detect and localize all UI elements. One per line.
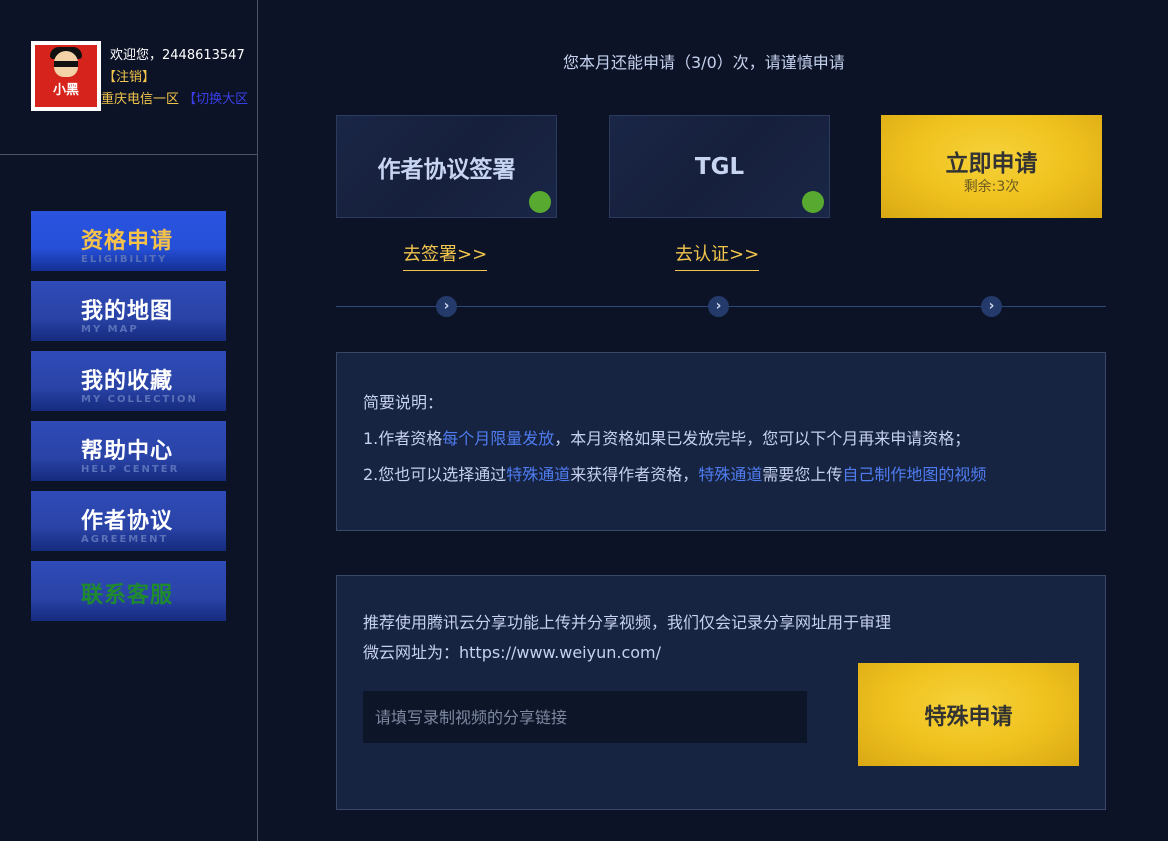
text: 来获得作者资格， [570,465,699,484]
nav-item-my-map[interactable]: 我的地图 MY MAP [31,281,226,341]
notice-line-1: 1.作者资格每个月限量发放，本月资格如果已发放完毕，您可以下个月再来申请资格； [363,425,970,449]
apply-now-button[interactable]: 立即申请 剩余:3次 [881,115,1102,218]
nav-sub-label: AGREEMENT [81,534,169,545]
highlight-text: 每个月限量发放 [442,429,555,448]
avatar-text: 小黑 [52,83,79,98]
switch-region-link[interactable]: 【切换大区 [183,92,248,107]
nav-sub-label: ELIGIBILITY [81,254,168,265]
welcome-text: 欢迎您，2448613547 [110,48,245,63]
share-link-input[interactable] [363,691,807,743]
nav-item-my-collection[interactable]: 我的收藏 MY COLLECTION [31,351,226,411]
special-application-panel: 推荐使用腾讯云分享功能上传并分享视频，我们仅会记录分享网址用于审理 微云网址为：… [336,575,1106,810]
text: ，本月资格如果已发放完毕，您可以下个月再来申请资格； [554,429,971,448]
special-instructions: 推荐使用腾讯云分享功能上传并分享视频，我们仅会记录分享网址用于审理 [363,613,892,632]
nav-label: 我的地图 [81,299,174,324]
nav-item-eligibility[interactable]: 资格申请 ELIGIBILITY [31,211,226,271]
verify-tgl-link[interactable]: 去认证>> [675,240,760,271]
step-title: 作者协议签署 [377,156,516,183]
highlight-text: 特殊通道 [698,465,763,484]
nav-label: 作者协议 [81,509,174,534]
sign-agreement-link[interactable]: 去签署>> [403,240,488,271]
user-info: 小黑 欢迎您，2448613547 【注销】 重庆电信一区 【切换大区 [0,0,258,155]
notice-panel: 简要说明： 1.作者资格每个月限量发放，本月资格如果已发放完毕，您可以下个月再来… [336,352,1106,531]
nav-label: 资格申请 [81,229,174,254]
logout-link[interactable]: 【注销】 [103,66,155,85]
chevron-right-icon: › [981,296,1002,317]
nav-label: 联系客服 [81,583,174,608]
nav-sub-label: MY COLLECTION [81,394,198,405]
nav-item-contact-support[interactable]: 联系客服 [31,561,226,621]
step-card-tgl[interactable]: TGL [609,115,830,218]
notice-heading: 简要说明： [363,393,444,412]
chevron-right-icon: › [708,296,729,317]
nav-item-agreement[interactable]: 作者协议 AGREEMENT [31,491,226,551]
sidebar-nav: 资格申请 ELIGIBILITY 我的地图 MY MAP 我的收藏 MY COL… [31,211,226,631]
chevron-right-icon: › [436,296,457,317]
done-status-icon [529,191,551,213]
server-info: 重庆电信一区 【切换大区 [101,88,248,107]
text: 需要您上传 [762,465,843,484]
nav-sub-label: MY MAP [81,324,139,335]
done-status-icon [802,191,824,213]
avatar-image: 小黑 [35,45,97,107]
text: 2.您也可以选择通过 [363,465,507,484]
weiyun-url-text: 微云网址为：https://www.weiyun.com/ [363,643,662,662]
nav-label: 我的收藏 [81,369,174,394]
sidebar: 小黑 欢迎您，2448613547 【注销】 重庆电信一区 【切换大区 资格申请… [0,0,258,841]
quota-text: 您本月还能申请（3/0）次，请谨慎申请 [563,53,845,72]
notice-line-2: 2.您也可以选择通过特殊通道来获得作者资格，特殊通道需要您上传自己制作地图的视频 [363,461,986,485]
nav-item-help-center[interactable]: 帮助中心 HELP CENTER [31,421,226,481]
step-title: 立即申请 [945,150,1038,177]
text: 1.作者资格 [363,429,443,448]
nav-label: 帮助中心 [81,439,174,464]
nav-sub-label: HELP CENTER [81,464,180,475]
step-title: TGL [694,153,745,180]
server-name: 重庆电信一区 [101,92,180,107]
remaining-count: 剩余:3次 [963,178,1020,195]
highlight-text: 自己制作地图的视频 [842,465,987,484]
step-card-agreement[interactable]: 作者协议签署 [336,115,557,218]
highlight-text: 特殊通道 [506,465,571,484]
special-apply-button[interactable]: 特殊申请 [858,663,1079,766]
avatar[interactable]: 小黑 [31,41,101,111]
